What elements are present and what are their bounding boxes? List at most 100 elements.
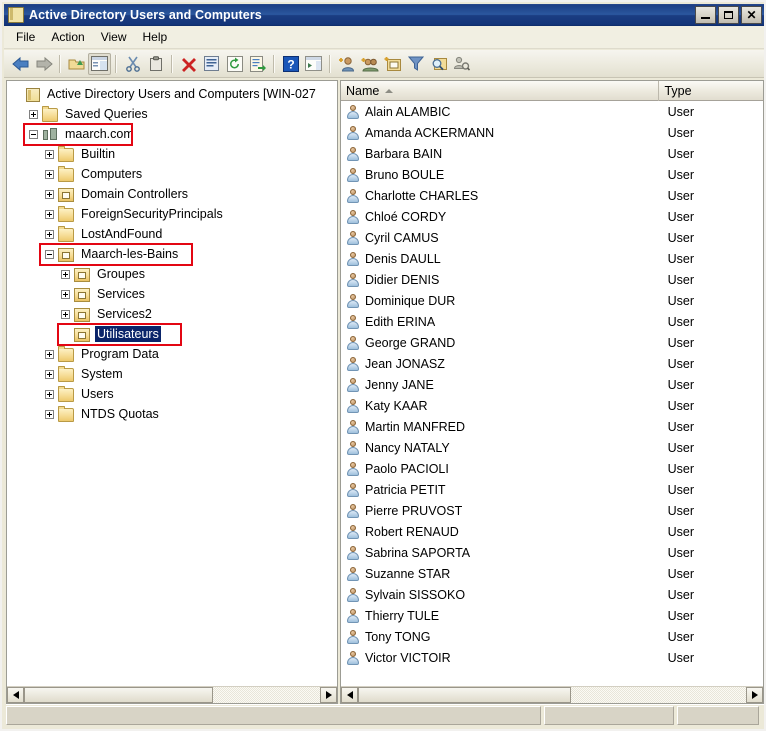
collapse-icon[interactable] [45, 250, 54, 259]
expand-icon[interactable] [61, 290, 70, 299]
table-row[interactable]: Thierry TULEUser [341, 605, 763, 626]
forward-icon[interactable] [32, 53, 55, 75]
expand-icon[interactable] [45, 190, 54, 199]
tree-node-lostandfound[interactable]: LostAndFound [9, 224, 337, 244]
table-row[interactable]: Nancy NATALYUser [341, 437, 763, 458]
tree-node-builtin[interactable]: Builtin [9, 144, 337, 164]
show-hide-action-pane-icon[interactable] [302, 53, 325, 75]
list-scroll-left-button[interactable] [341, 687, 358, 703]
find-icon[interactable] [427, 53, 450, 75]
table-row[interactable]: Alain ALAMBICUser [341, 101, 763, 122]
new-organizational-unit-icon[interactable] [381, 53, 404, 75]
up-one-level-icon[interactable] [65, 53, 88, 75]
expand-icon[interactable] [61, 310, 70, 319]
table-row[interactable]: Paolo PACIOLIUser [341, 458, 763, 479]
tree-node-program-data[interactable]: Program Data [9, 344, 337, 364]
list-scroll-track[interactable] [358, 687, 746, 703]
table-row[interactable]: Cyril CAMUSUser [341, 227, 763, 248]
toolbar-separator [115, 55, 117, 73]
expand-icon[interactable] [29, 110, 38, 119]
show-hide-console-tree-icon[interactable] [88, 53, 111, 75]
list-scroll-right-button[interactable] [746, 687, 763, 703]
tree-node-system[interactable]: System [9, 364, 337, 384]
cell-name: Jean JONASZ [365, 357, 663, 371]
table-row[interactable]: Amanda ACKERMANNUser [341, 122, 763, 143]
table-row[interactable]: Robert RENAUDUser [341, 521, 763, 542]
close-button[interactable]: ✕ [741, 6, 762, 24]
new-user-icon[interactable] [335, 53, 358, 75]
table-row[interactable]: Bruno BOULEUser [341, 164, 763, 185]
table-row[interactable]: Edith ERINAUser [341, 311, 763, 332]
table-row[interactable]: Katy KAARUser [341, 395, 763, 416]
expand-icon[interactable] [45, 370, 54, 379]
refresh-icon[interactable] [223, 53, 246, 75]
export-list-icon[interactable] [246, 53, 269, 75]
list-horizontal-scrollbar[interactable] [341, 686, 763, 703]
back-icon[interactable] [9, 53, 32, 75]
tree-node-computers[interactable]: Computers [9, 164, 337, 184]
tree-scroll-thumb[interactable] [24, 687, 213, 703]
table-row[interactable]: Tony TONGUser [341, 626, 763, 647]
tree-scroll-left-button[interactable] [7, 687, 24, 703]
tree-scroll-right-button[interactable] [320, 687, 337, 703]
tree-node-foreignsecurityprincipals[interactable]: ForeignSecurityPrincipals [9, 204, 337, 224]
maximize-button[interactable] [718, 6, 739, 24]
minimize-button[interactable] [695, 6, 716, 24]
menu-view[interactable]: View [93, 27, 135, 48]
saved-query-icon[interactable] [450, 53, 473, 75]
help-icon[interactable]: ? [279, 53, 302, 75]
tree-node-services[interactable]: Services [9, 284, 337, 304]
table-row[interactable]: Barbara BAINUser [341, 143, 763, 164]
expand-icon[interactable] [45, 390, 54, 399]
tree-node-saved-queries[interactable]: Saved Queries [9, 104, 337, 124]
expand-icon[interactable] [45, 210, 54, 219]
tree-node-services2[interactable]: Services2 [9, 304, 337, 324]
tree-node-ntds-quotas[interactable]: NTDS Quotas [9, 404, 337, 424]
list-scroll-thumb[interactable] [358, 687, 571, 703]
expand-icon[interactable] [45, 350, 54, 359]
filter-icon[interactable] [404, 53, 427, 75]
table-row[interactable]: Pierre PRUVOSTUser [341, 500, 763, 521]
copy-icon[interactable] [144, 53, 167, 75]
table-row[interactable]: Charlotte CHARLESUser [341, 185, 763, 206]
table-row[interactable]: Sylvain SISSOKOUser [341, 584, 763, 605]
cut-icon[interactable] [121, 53, 144, 75]
table-row[interactable]: George GRANDUser [341, 332, 763, 353]
tree-scroll-track[interactable] [24, 687, 320, 703]
column-header-type[interactable]: Type [659, 81, 763, 101]
cell-type: User [663, 357, 763, 371]
tree-node-active-directory-users-and-computers-win-027[interactable]: Active Directory Users and Computers [WI… [9, 84, 337, 104]
delete-icon[interactable] [177, 53, 200, 75]
collapse-icon[interactable] [29, 130, 38, 139]
tree-node-utilisateurs[interactable]: Utilisateurs [9, 324, 337, 344]
expand-icon[interactable] [45, 150, 54, 159]
table-row[interactable]: Dominique DURUser [341, 290, 763, 311]
table-row[interactable]: Jean JONASZUser [341, 353, 763, 374]
tree-node-maarch-les-bains[interactable]: Maarch-les-Bains [9, 244, 337, 264]
table-row[interactable]: Suzanne STARUser [341, 563, 763, 584]
tree-node-users[interactable]: Users [9, 384, 337, 404]
tree-node-domain-controllers[interactable]: Domain Controllers [9, 184, 337, 204]
table-row[interactable]: Jenny JANEUser [341, 374, 763, 395]
table-row[interactable]: Chloé CORDYUser [341, 206, 763, 227]
menu-help[interactable]: Help [135, 27, 176, 48]
table-row[interactable]: Victor VICTOIRUser [341, 647, 763, 668]
tree-horizontal-scrollbar[interactable] [7, 686, 337, 703]
table-row[interactable]: Didier DENISUser [341, 269, 763, 290]
table-row[interactable]: Sabrina SAPORTAUser [341, 542, 763, 563]
new-group-icon[interactable] [358, 53, 381, 75]
menu-file[interactable]: File [8, 27, 43, 48]
table-row[interactable]: Denis DAULLUser [341, 248, 763, 269]
menu-action[interactable]: Action [43, 27, 92, 48]
tree-node-groupes[interactable]: Groupes [9, 264, 337, 284]
table-row[interactable]: Patricia PETITUser [341, 479, 763, 500]
expand-icon[interactable] [61, 270, 70, 279]
tree-node-maarch-com[interactable]: maarch.com [9, 124, 337, 144]
expand-icon[interactable] [45, 230, 54, 239]
table-row[interactable]: Martin MANFREDUser [341, 416, 763, 437]
column-header-name[interactable]: Name [341, 81, 659, 101]
cell-name: Charlotte CHARLES [365, 189, 663, 203]
properties-icon[interactable] [200, 53, 223, 75]
expand-icon[interactable] [45, 170, 54, 179]
expand-icon[interactable] [45, 410, 54, 419]
